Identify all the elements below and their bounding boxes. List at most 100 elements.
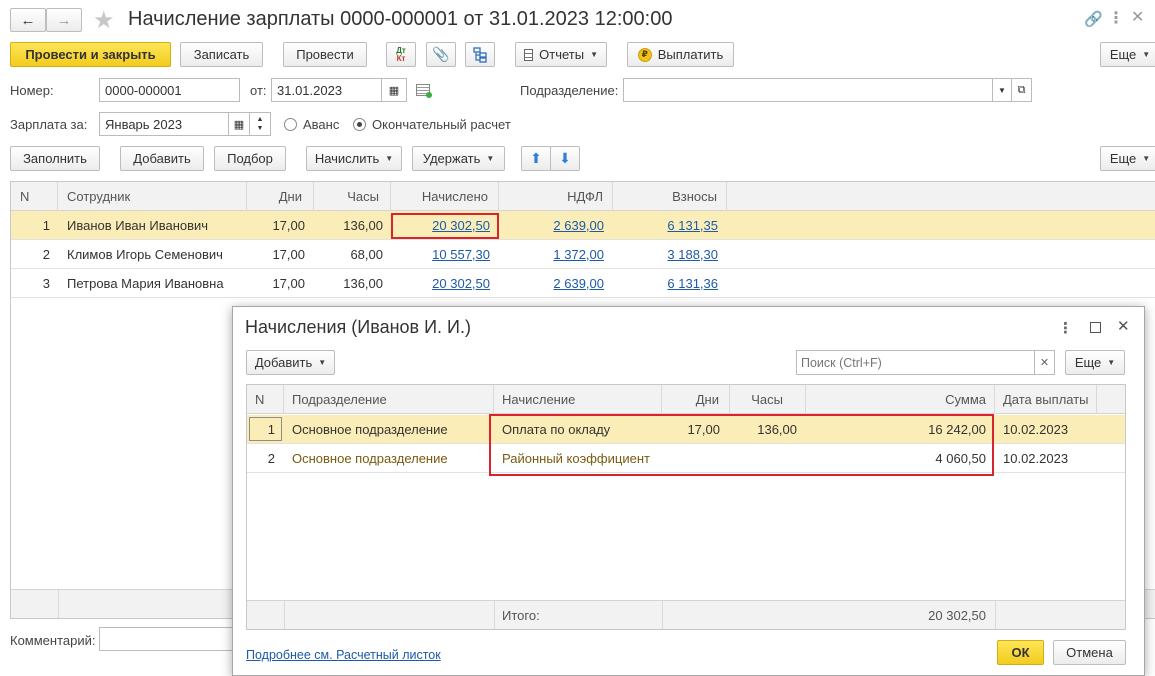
dialog-add-label: Добавить	[254, 355, 313, 370]
comment-field[interactable]	[99, 627, 239, 651]
ok-button[interactable]: ОК	[997, 640, 1044, 665]
employee-name: Иванов Иван Иванович	[67, 217, 209, 233]
table-row[interactable]: 2 Климов Игорь Семенович 17,00 68,00 10 …	[11, 240, 1155, 269]
contributions-link[interactable]: 6 131,36	[613, 269, 718, 297]
open-icon: ⧉	[1017, 83, 1026, 96]
ndfl-link[interactable]: 1 372,00	[499, 240, 604, 268]
accruals-header: N Подразделение Начисление Дни Часы Сумм…	[247, 385, 1125, 414]
contributions-link[interactable]: 6 131,35	[613, 211, 718, 239]
select-button[interactable]: Подбор	[214, 146, 286, 171]
department-field[interactable]	[623, 78, 993, 102]
highlight-accruals	[489, 414, 994, 476]
period-picker-button[interactable]: ▦	[228, 112, 250, 136]
calendar-icon: ▦	[388, 84, 400, 97]
chevron-down-icon: ▼	[318, 358, 327, 367]
col-hours[interactable]: Часы	[730, 385, 806, 414]
accrued-link[interactable]: 20 302,50	[391, 269, 490, 297]
arrow-down-icon: ⬇	[559, 150, 571, 166]
contributions-link[interactable]: 3 188,30	[613, 240, 718, 268]
col-ndfl[interactable]: НДФЛ	[499, 182, 613, 211]
salary-period-field[interactable]: Январь 2023	[99, 112, 229, 136]
date-field[interactable]: 31.01.2023	[271, 78, 382, 102]
cancel-button[interactable]: Отмена	[1053, 640, 1126, 665]
col-hours[interactable]: Часы	[314, 182, 391, 211]
table-more-button[interactable]: Еще ▼	[1100, 146, 1155, 171]
accrue-button[interactable]: Начислить ▼	[306, 146, 402, 171]
period-stepper[interactable]: ▲ ▼	[249, 112, 271, 136]
link-icon[interactable]: 🔗	[1084, 10, 1103, 28]
row-number: 2	[42, 246, 50, 262]
withhold-button[interactable]: Удержать ▼	[412, 146, 505, 171]
attach-button[interactable]: 📎	[426, 42, 456, 67]
col-days[interactable]: Дни	[247, 182, 314, 211]
chevron-down-icon: ▼	[486, 154, 495, 163]
col-sum[interactable]: Сумма	[806, 385, 995, 414]
dialog-more-label: Еще	[1074, 355, 1102, 370]
chevron-down-icon: ▼	[1142, 154, 1151, 163]
department-dropdown[interactable]: ▼	[992, 78, 1012, 102]
post-and-close-button[interactable]: Провести и закрыть	[10, 42, 171, 67]
col-pay-date[interactable]: Дата выплаты	[995, 385, 1097, 414]
col-n[interactable]: N	[11, 182, 58, 211]
row-number: 2	[267, 450, 275, 466]
radio-advance[interactable]	[284, 118, 297, 131]
accrued-link[interactable]: 10 557,30	[391, 240, 490, 268]
col-contributions[interactable]: Взносы	[613, 182, 727, 211]
structure-icon	[473, 46, 487, 63]
search-clear-button[interactable]: ✕	[1034, 350, 1055, 375]
radio-final[interactable]	[353, 118, 366, 131]
save-button[interactable]: Записать	[180, 42, 263, 67]
ndfl-link[interactable]: 2 639,00	[499, 269, 604, 297]
days-value: 17,00	[272, 275, 305, 291]
forward-button[interactable]: →	[46, 8, 82, 32]
department-open[interactable]: ⧉	[1011, 78, 1032, 102]
dtkt-button[interactable]: Дт Кт	[386, 42, 416, 67]
accruals-table[interactable]: N Подразделение Начисление Дни Часы Сумм…	[246, 384, 1126, 630]
dialog-add-button[interactable]: Добавить ▼	[246, 350, 335, 375]
number-field[interactable]: 0000-000001	[99, 78, 240, 102]
date-picker-button[interactable]: ▦	[381, 78, 407, 102]
col-n[interactable]: N	[247, 385, 284, 414]
row-number: 1	[267, 421, 275, 437]
row-number: 1	[42, 217, 50, 233]
ndfl-link[interactable]: 2 639,00	[499, 211, 604, 239]
close-window-icon[interactable]: ✕	[1131, 7, 1144, 27]
add-button[interactable]: Добавить	[120, 146, 204, 171]
table-row[interactable]: 3 Петрова Мария Ивановна 17,00 136,00 20…	[11, 269, 1155, 298]
step-up-icon[interactable]: ▲	[257, 115, 264, 124]
date-label: от:	[250, 83, 267, 98]
accruals-footer: Итого: 20 302,50	[247, 600, 1125, 629]
back-button[interactable]: ←	[10, 8, 46, 32]
star-icon[interactable]: ★	[93, 6, 115, 35]
move-up-button[interactable]: ⬆	[521, 146, 551, 171]
more-vert-icon[interactable]: ⋮	[1058, 319, 1073, 337]
close-icon[interactable]: ✕	[1117, 317, 1130, 335]
maximize-icon[interactable]	[1090, 322, 1101, 333]
table-row[interactable]: 1 Иванов Иван Иванович 17,00 136,00 20 3…	[11, 211, 1155, 240]
details-link[interactable]: Подробнее см. Расчетный листок	[246, 648, 441, 662]
fill-button[interactable]: Заполнить	[10, 146, 100, 171]
more-vert-icon[interactable]: ⋮	[1108, 8, 1124, 28]
withhold-label: Удержать	[422, 151, 481, 166]
salary-for-label: Зарплата за:	[10, 117, 88, 132]
row-number: 3	[42, 275, 50, 291]
col-accrual[interactable]: Начисление	[494, 385, 662, 414]
pay-date-value: 10.02.2023	[1003, 421, 1069, 437]
col-days[interactable]: Дни	[662, 385, 730, 414]
col-employee[interactable]: Сотрудник	[58, 182, 247, 211]
reports-button[interactable]: Отчеты ▼	[515, 42, 607, 67]
pay-date-value: 10.02.2023	[1003, 450, 1069, 466]
col-department[interactable]: Подразделение	[284, 385, 494, 414]
structure-button[interactable]	[465, 42, 495, 67]
move-down-button[interactable]: ⬇	[550, 146, 580, 171]
radio-advance-label: Аванс	[303, 117, 340, 132]
dialog-more-button[interactable]: Еще ▼	[1065, 350, 1125, 375]
more-button[interactable]: Еще ▼	[1100, 42, 1155, 67]
step-down-icon[interactable]: ▼	[257, 124, 264, 133]
chevron-down-icon: ▼	[590, 50, 598, 59]
col-accrued[interactable]: Начислено	[391, 182, 499, 211]
pay-button[interactable]: ₽ Выплатить	[627, 42, 734, 67]
post-button[interactable]: Провести	[283, 42, 367, 67]
pay-label: Выплатить	[657, 47, 724, 62]
search-input[interactable]	[796, 350, 1035, 375]
